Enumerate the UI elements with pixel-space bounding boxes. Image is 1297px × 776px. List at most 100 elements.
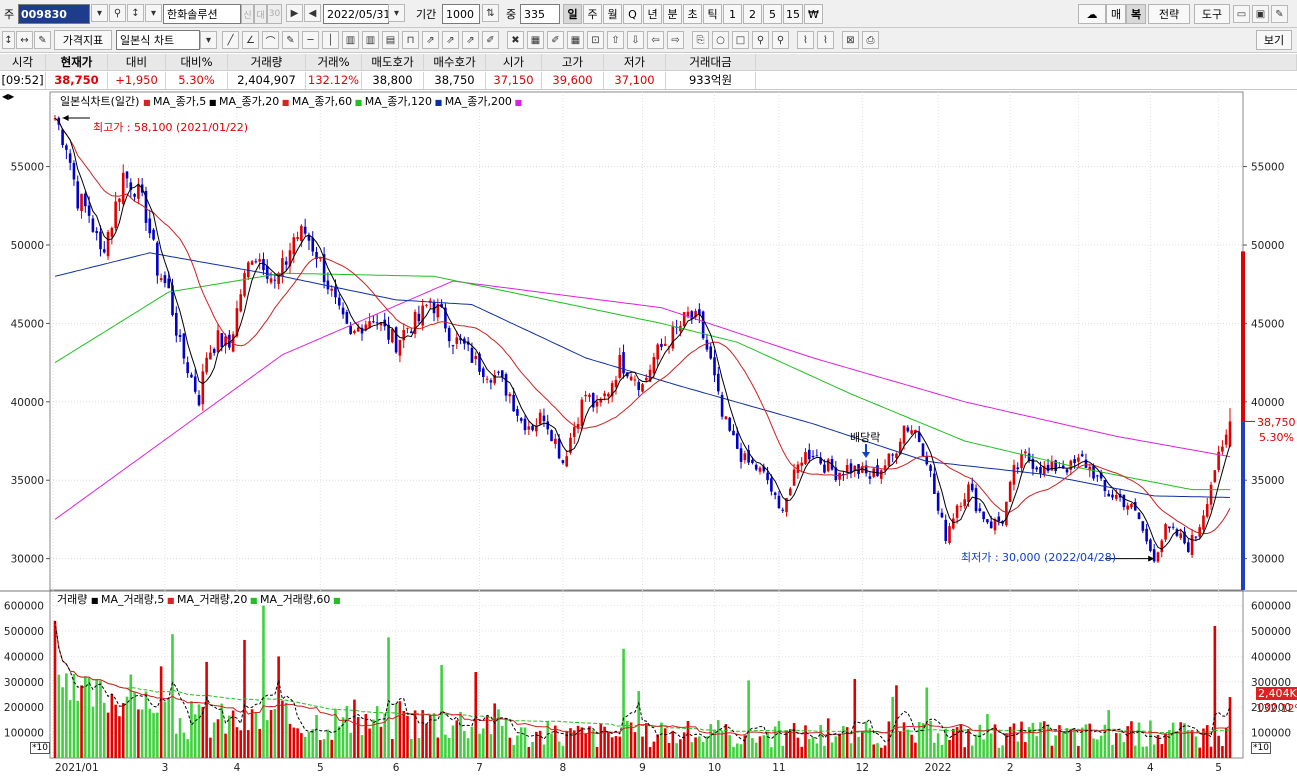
next-arrow-icon[interactable]: ▶	[286, 4, 303, 22]
volume-bar	[391, 739, 394, 758]
interval-button-9[interactable]: 2	[743, 4, 762, 24]
wave2-tool-icon[interactable]: ⌇	[817, 31, 834, 49]
price-volume-chart[interactable]: 30000 3000035000 3500040000 4000045000 45000…	[0, 90, 1297, 776]
left-right-icon[interactable]: ↔	[16, 31, 33, 49]
volume-bar	[1217, 735, 1220, 758]
date-input[interactable]: 2022/05/31	[323, 4, 390, 24]
text-tool-icon[interactable]: ✐	[482, 31, 499, 49]
box-tool-icon[interactable]: ▦	[567, 31, 584, 49]
interval-button-3[interactable]: Q	[623, 4, 642, 24]
volume-bar	[133, 691, 136, 758]
vline-tool-icon[interactable]: │	[322, 31, 339, 49]
calendar-dropdown-icon[interactable]: ▾	[388, 4, 405, 22]
interval-button-6[interactable]: 초	[683, 4, 702, 24]
angle-tool-icon[interactable]: ∠	[242, 31, 259, 49]
save-icon[interactable]: ▣	[1252, 5, 1269, 23]
quote-header-9: 고가	[542, 54, 604, 71]
pen-tool-icon[interactable]: ✎	[282, 31, 299, 49]
volume-bar	[648, 747, 652, 758]
interval-button-8[interactable]: 1	[723, 4, 742, 24]
view-button[interactable]: 보기	[1256, 30, 1292, 50]
interval-button-4[interactable]: 년	[643, 4, 662, 24]
interval-button-5[interactable]: 분	[663, 4, 682, 24]
period-toggle-icon[interactable]: ⇅	[482, 4, 499, 22]
sort-icon[interactable]: ↕	[127, 4, 144, 22]
volume-bar	[861, 731, 864, 758]
volume-bar	[1088, 723, 1092, 758]
interval-button-1[interactable]: 주	[583, 4, 602, 24]
chart-type-dropdown-icon[interactable]: ▾	[200, 31, 217, 49]
interval-button-11[interactable]: 15	[783, 4, 803, 24]
code-dropdown-icon[interactable]: ▾	[91, 4, 108, 22]
chart-area[interactable]: 30000 30000 35000 35000 40000 40000 45000 45000…	[0, 90, 1297, 776]
right-btn-0[interactable]: 매	[1106, 4, 1126, 24]
table-tool-icon[interactable]: ▦	[527, 31, 544, 49]
delete-tool-icon[interactable]: ✖	[507, 31, 524, 49]
copy-tool-icon[interactable]: ⎘	[692, 31, 709, 49]
panel-resize-icon[interactable]: ◀▶	[2, 92, 14, 101]
strategy-menu[interactable]: 전략	[1148, 4, 1190, 24]
circle-tool-icon[interactable]: ○	[712, 31, 729, 49]
candle-body	[163, 275, 167, 284]
wrench-icon[interactable]: ✎	[1271, 5, 1288, 23]
volume-bar	[527, 746, 531, 758]
stock-code-input[interactable]: 009830	[18, 4, 90, 24]
dividend-note: 배당락	[850, 431, 881, 444]
arc-tool-icon[interactable]: ⌒	[262, 31, 279, 49]
fibo-h-tool-icon[interactable]: ▥	[342, 31, 359, 49]
candle-body	[455, 337, 459, 344]
candle-body	[1039, 466, 1042, 474]
volume-bar	[95, 678, 98, 758]
interval-button-7[interactable]: 틱	[703, 4, 722, 24]
price-axis-label-right-2: 40000	[1251, 397, 1284, 409]
tools-menu[interactable]: 도구	[1194, 4, 1230, 24]
zoom-in-tool-icon[interactable]: ⚲	[752, 31, 769, 49]
candle-body	[1130, 503, 1133, 508]
fork-tool-icon[interactable]: ⊓	[402, 31, 419, 49]
cloud-icon[interactable]: ☁	[1078, 4, 1106, 24]
chart-type-select[interactable]: 일본식 차트	[116, 30, 200, 50]
count-input[interactable]: 335	[520, 4, 560, 24]
left-tool-icon[interactable]: ⇦	[647, 31, 664, 49]
grid-tool-icon[interactable]: ▤	[382, 31, 399, 49]
edit-icon[interactable]: ✎	[34, 31, 51, 49]
interval-button-10[interactable]: 5	[763, 4, 782, 24]
list-dropdown-icon[interactable]: ▾	[145, 4, 162, 22]
volume-bar	[963, 747, 966, 758]
right-btn-1[interactable]: 복	[1126, 4, 1146, 24]
up-down-icon[interactable]: ↕	[2, 31, 15, 49]
period-input[interactable]: 1000	[442, 4, 480, 24]
right-tool-icon[interactable]: ⇨	[667, 31, 684, 49]
arrow-tool-icon[interactable]: ⇗	[462, 31, 479, 49]
print-tool-icon[interactable]: ⎙	[862, 31, 879, 49]
month-label-9: 11	[772, 762, 785, 774]
quote-header-6: 매도호가	[362, 54, 424, 71]
prev-arrow-icon[interactable]: ◀	[304, 4, 321, 22]
candle-body	[982, 511, 985, 520]
up-tool-icon[interactable]: ⇧	[607, 31, 624, 49]
fibo-v-tool-icon[interactable]: ▥	[362, 31, 379, 49]
clear-tool-icon[interactable]: ⊠	[842, 31, 859, 49]
rect-tool-icon[interactable]: □	[732, 31, 749, 49]
interval-button-2[interactable]: 월	[603, 4, 622, 24]
trendline-tool-icon[interactable]: ╱	[222, 31, 239, 49]
zoom-box-tool-icon[interactable]: ⊡	[587, 31, 604, 49]
search-icon[interactable]: ⚲	[109, 4, 126, 22]
zoom-out-tool-icon[interactable]: ⚲	[772, 31, 789, 49]
price-indicator-button[interactable]: 가격지표	[54, 30, 112, 50]
down-tool-icon[interactable]: ⇩	[627, 31, 644, 49]
volume-bar	[523, 727, 527, 758]
note-tool-icon[interactable]: ✐	[547, 31, 564, 49]
interval-button-12[interactable]: ₩	[804, 4, 823, 24]
volume-bar	[1118, 733, 1122, 758]
folder-icon[interactable]: ▭	[1233, 5, 1250, 23]
candle-body	[110, 227, 114, 237]
candle-body	[963, 499, 966, 506]
wave-tool-icon[interactable]: ⌇	[797, 31, 814, 49]
channel-tool-icon[interactable]: ⇗	[442, 31, 459, 49]
candle-body	[565, 456, 568, 467]
interval-button-0[interactable]: 일	[563, 4, 582, 24]
hline-tool-icon[interactable]: ─	[302, 31, 319, 49]
ray-tool-icon[interactable]: ⇗	[422, 31, 439, 49]
volume-bar	[1039, 722, 1042, 758]
